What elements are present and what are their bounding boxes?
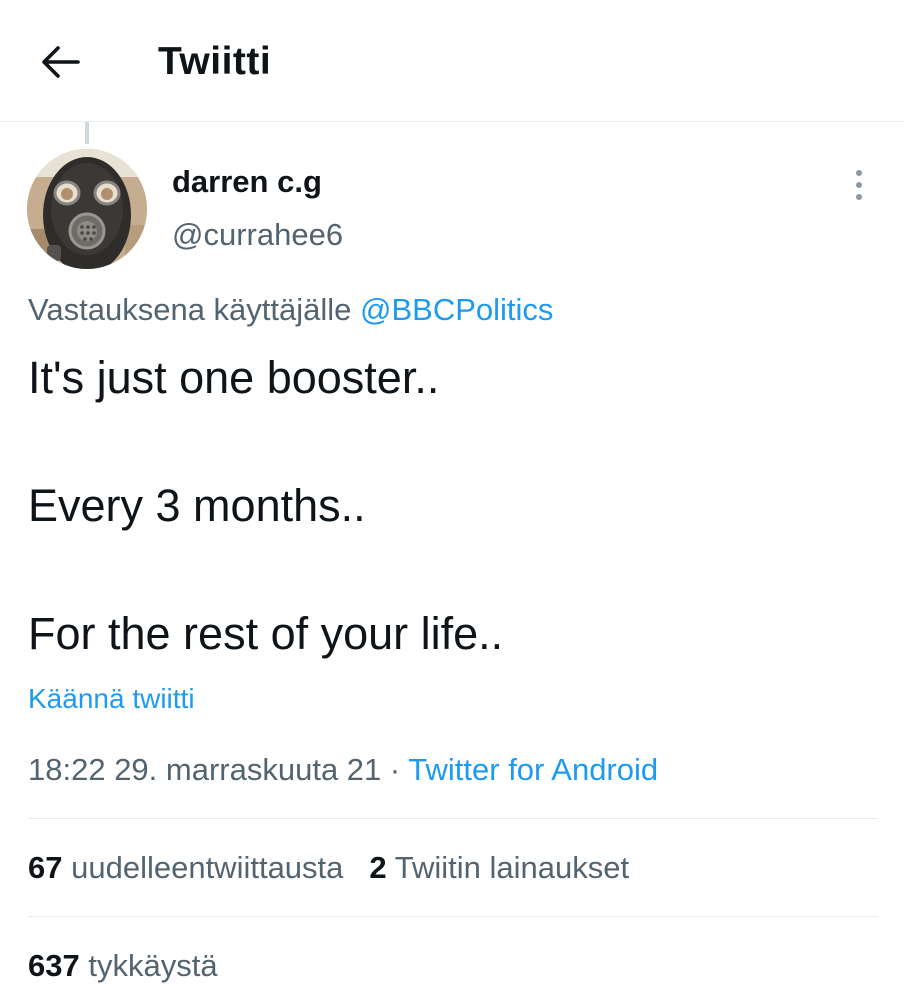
- reply-context: Vastauksena käyttäjälle @BBCPolitics: [28, 292, 553, 328]
- meta-separator: ·: [389, 752, 401, 787]
- tweet-text-line: For the rest of your life..: [28, 608, 504, 659]
- tweet-text-line: It's just one booster..: [28, 352, 440, 403]
- avatar[interactable]: [27, 149, 147, 269]
- top-bar: Twiitti: [0, 0, 904, 122]
- author-handle[interactable]: @currahee6: [172, 217, 343, 253]
- author-display-name[interactable]: darren c.g: [172, 164, 322, 200]
- gas-mask-avatar: [27, 149, 147, 269]
- divider: [28, 818, 878, 819]
- likes-row: 637 tykkäystä: [28, 948, 218, 984]
- arrow-left-icon: [42, 46, 80, 78]
- stats-row: 67 uudelleentwiittausta 2 Twiitin lainauk…: [28, 850, 629, 886]
- tweet-source-link[interactable]: Twitter for Android: [408, 752, 658, 787]
- tweet-text-line: Every 3 months..: [28, 480, 366, 531]
- back-button[interactable]: [36, 40, 84, 84]
- reply-mention-link[interactable]: @BBCPolitics: [360, 292, 553, 327]
- quotes-label: Twiitin lainaukset: [394, 850, 630, 885]
- more-options-button[interactable]: [844, 165, 874, 205]
- reply-context-prefix: Vastauksena käyttäjälle: [28, 292, 352, 327]
- translate-tweet-link[interactable]: Käännä twiitti: [28, 683, 195, 715]
- thread-line: [85, 122, 89, 144]
- divider: [28, 916, 878, 917]
- tweet-timestamp[interactable]: 18:22 29. marraskuuta 21: [28, 752, 381, 787]
- likes-count: 637: [28, 948, 80, 983]
- quotes-stat[interactable]: 2 Twiitin lainaukset: [369, 850, 629, 885]
- quotes-count: 2: [369, 850, 387, 885]
- vertical-ellipsis-icon: [856, 170, 862, 200]
- retweets-count: 67: [28, 850, 63, 885]
- likes-label: tykkäystä: [88, 948, 218, 983]
- tweet-meta: 18:22 29. marraskuuta 21 · Twitter for A…: [28, 752, 658, 788]
- page-title: Twiitti: [158, 40, 272, 83]
- likes-stat[interactable]: 637 tykkäystä: [28, 948, 218, 983]
- retweets-label: uudelleentwiittausta: [71, 850, 344, 885]
- retweets-stat[interactable]: 67 uudelleentwiittausta: [28, 850, 343, 885]
